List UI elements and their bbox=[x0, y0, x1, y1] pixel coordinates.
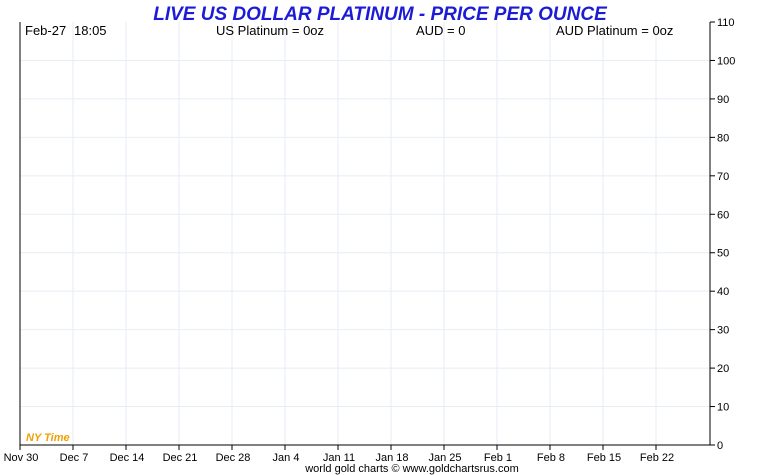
x-tick-label: Dec 14 bbox=[110, 452, 145, 464]
x-tick-label: Jan 4 bbox=[273, 452, 300, 464]
y-tick-label: 70 bbox=[717, 171, 729, 183]
y-axis-ticks: 0 10 20 30 40 50 60 70 80 90 100 110 bbox=[710, 17, 735, 452]
x-tick-label: Feb 15 bbox=[587, 452, 621, 464]
y-tick-label: 20 bbox=[717, 363, 729, 375]
y-tick-label: 110 bbox=[717, 17, 735, 29]
grid-lines bbox=[20, 22, 710, 445]
header-aud-platinum: AUD Platinum = 0oz bbox=[556, 23, 673, 38]
y-tick-label: 100 bbox=[717, 55, 735, 67]
chart-title: LIVE US DOLLAR PLATINUM - PRICE PER OUNC… bbox=[153, 4, 608, 25]
x-tick-label: Nov 30 bbox=[4, 452, 39, 464]
x-tick-label: Feb 8 bbox=[537, 452, 565, 464]
x-tick-label: Dec 21 bbox=[163, 452, 198, 464]
chart-footer: world gold charts © www.goldchartsrus.co… bbox=[304, 463, 519, 475]
timezone-label: NY Time bbox=[26, 432, 70, 444]
x-tick-label: Dec 7 bbox=[60, 452, 89, 464]
y-tick-label: 10 bbox=[717, 402, 729, 414]
y-tick-label: 0 bbox=[717, 440, 723, 452]
header-us-platinum: US Platinum = 0oz bbox=[216, 23, 324, 38]
y-tick-label: 30 bbox=[717, 325, 729, 337]
header-date: Feb-27 bbox=[25, 23, 66, 38]
y-tick-label: 50 bbox=[717, 248, 729, 260]
y-tick-label: 40 bbox=[717, 286, 729, 298]
header-time: 18:05 bbox=[74, 23, 107, 38]
header-aud: AUD = 0 bbox=[416, 23, 466, 38]
x-tick-label: Feb 22 bbox=[640, 452, 674, 464]
platinum-price-chart: LIVE US DOLLAR PLATINUM - PRICE PER OUNC… bbox=[4, 4, 736, 475]
y-tick-label: 90 bbox=[717, 94, 729, 106]
y-tick-label: 80 bbox=[717, 132, 729, 144]
x-tick-label: Dec 28 bbox=[216, 452, 251, 464]
y-tick-label: 60 bbox=[717, 209, 729, 221]
x-axis-ticks: Nov 30 Dec 7 Dec 14 Dec 21 Dec 28 Jan 4 Jan 11… bbox=[4, 445, 674, 464]
